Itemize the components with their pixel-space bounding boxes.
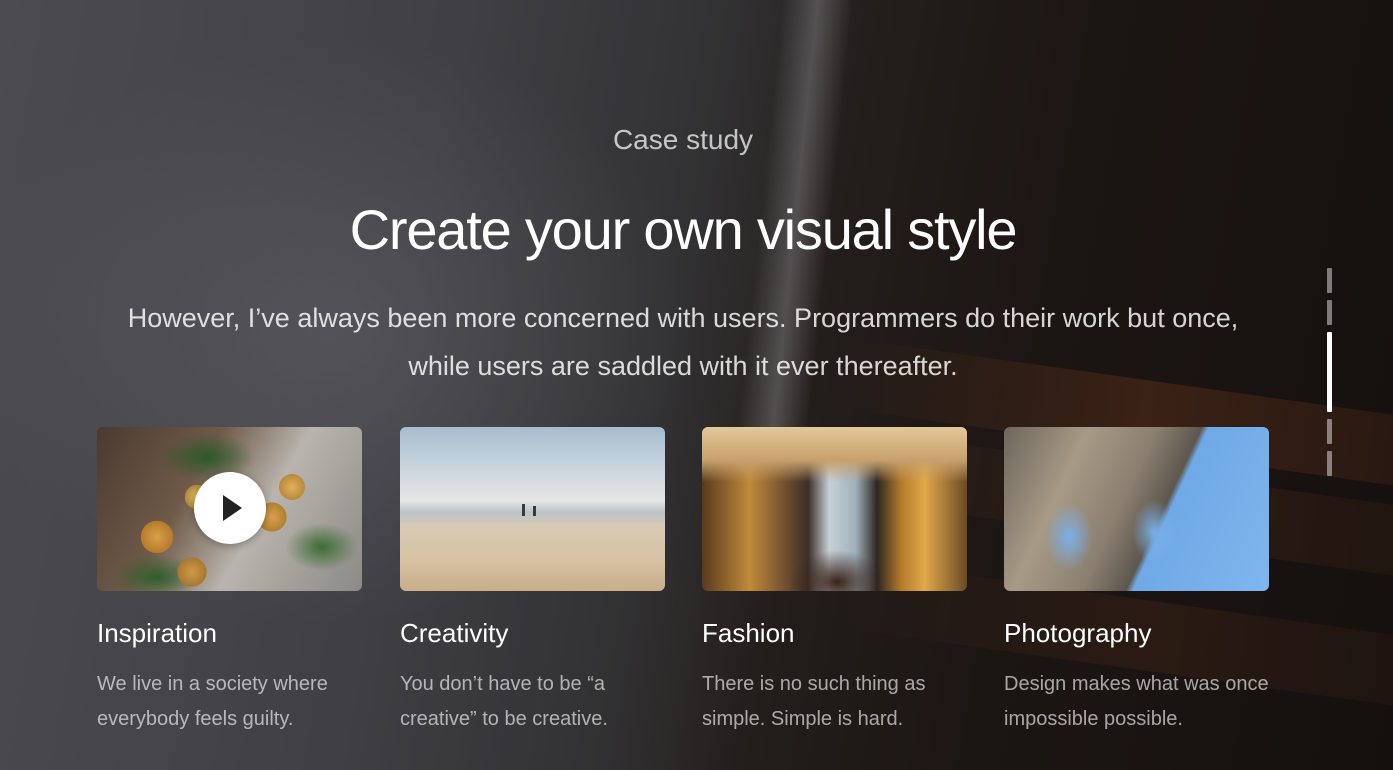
card-fashion[interactable]: Fashion There is no such thing as simple… bbox=[702, 427, 967, 737]
card-title[interactable]: Fashion bbox=[702, 618, 967, 649]
card-text: Design makes what was once impossible po… bbox=[1004, 673, 1269, 730]
section-scroll-indicator[interactable] bbox=[1327, 268, 1333, 483]
scroll-indicator-tick[interactable] bbox=[1327, 300, 1332, 325]
scroll-indicator-tick[interactable] bbox=[1327, 268, 1332, 293]
scroll-indicator-tick-active[interactable] bbox=[1327, 332, 1332, 412]
card-title[interactable]: Inspiration bbox=[97, 618, 362, 649]
card-inspiration[interactable]: Inspiration We live in a society where e… bbox=[97, 427, 362, 737]
card-title[interactable]: Creativity bbox=[400, 618, 665, 649]
play-icon[interactable] bbox=[194, 472, 266, 544]
card-image-interior[interactable] bbox=[702, 427, 967, 591]
card-text: We live in a society where everybody fee… bbox=[97, 673, 328, 730]
scroll-indicator-tick[interactable] bbox=[1327, 451, 1332, 476]
card-text: You don’t have to be “a creative” to be … bbox=[400, 673, 608, 730]
section-lead: However, I’ve always been more concerned… bbox=[127, 303, 1239, 381]
card-image-beach[interactable] bbox=[400, 427, 665, 591]
card-image-fruits[interactable] bbox=[97, 427, 362, 591]
case-study-section: Case study Create your own visual style … bbox=[0, 0, 1393, 770]
section-eyebrow: Case study bbox=[612, 124, 754, 155]
card-title[interactable]: Photography bbox=[1004, 618, 1269, 649]
card-photography[interactable]: Photography Design makes what was once i… bbox=[1004, 427, 1269, 737]
card-creativity[interactable]: Creativity You don’t have to be “a creat… bbox=[400, 427, 665, 737]
scroll-indicator-tick[interactable] bbox=[1327, 419, 1332, 444]
card-text: There is no such thing as simple. Simple… bbox=[702, 673, 926, 730]
section-headline: Create your own visual style bbox=[349, 198, 1018, 261]
card-image-colosseum[interactable] bbox=[1004, 427, 1269, 591]
